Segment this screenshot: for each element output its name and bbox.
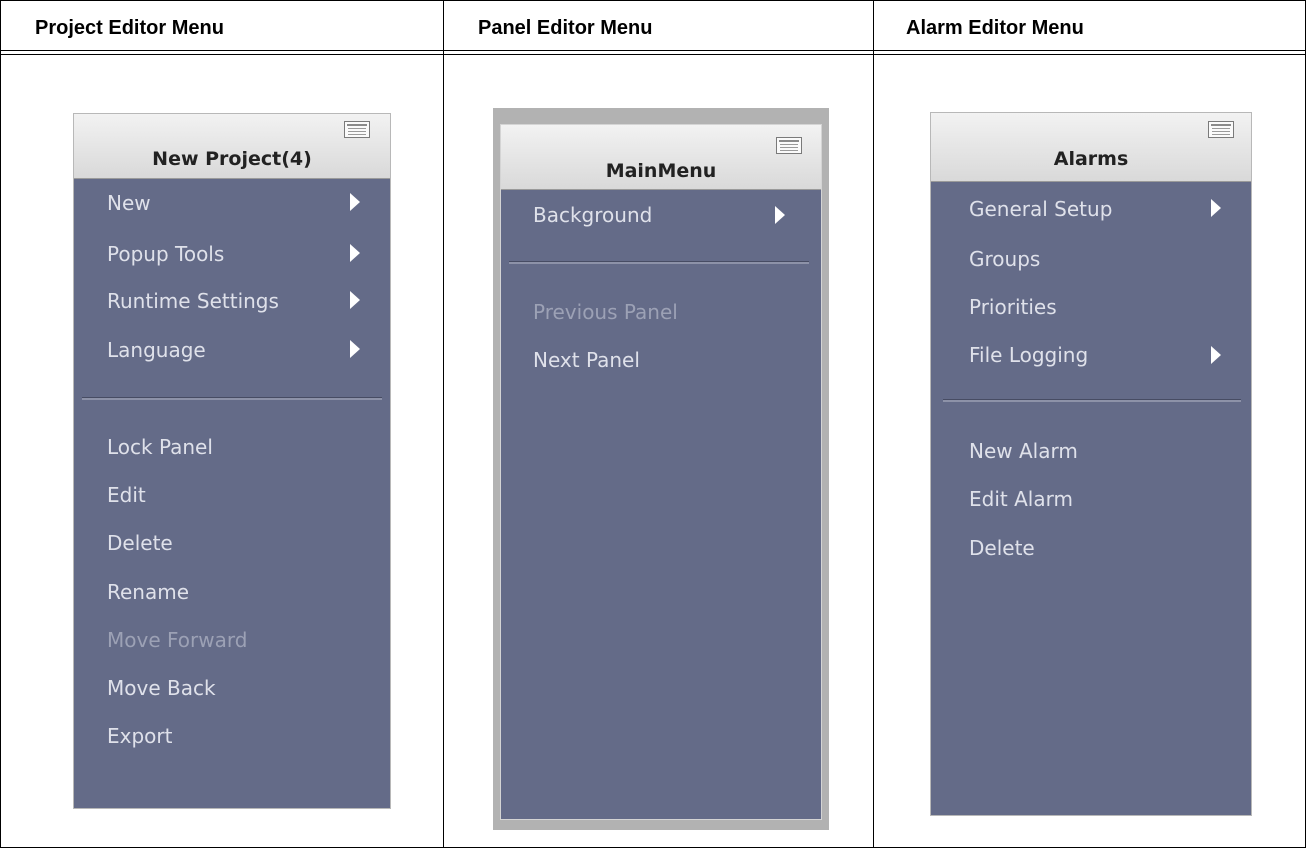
header-rule-double <box>0 54 1306 55</box>
menu-item-export[interactable]: Export <box>107 724 172 748</box>
menu-item-delete[interactable]: Delete <box>107 531 173 555</box>
menu-list-icon[interactable] <box>1208 121 1234 138</box>
menu-item-new[interactable]: New <box>107 191 151 215</box>
menu-item-language[interactable]: Language <box>107 338 206 362</box>
column-header-project: Project Editor Menu <box>35 17 224 39</box>
submenu-arrow-icon <box>350 291 360 309</box>
menu-item-lock-panel[interactable]: Lock Panel <box>107 435 213 459</box>
submenu-arrow-icon <box>350 193 360 211</box>
submenu-arrow-icon <box>775 206 785 224</box>
menu-item-edit[interactable]: Edit <box>107 483 146 507</box>
project-menu-header: New Project(4) <box>74 114 390 179</box>
column-header-panel: Panel Editor Menu <box>478 17 653 39</box>
menu-item-previous-panel: Previous Panel <box>533 300 678 324</box>
menu-item-background[interactable]: Background <box>533 203 652 227</box>
menu-item-new-alarm[interactable]: New Alarm <box>969 439 1078 463</box>
alarm-menu-header: Alarms <box>931 113 1251 182</box>
menu-item-groups[interactable]: Groups <box>969 247 1040 271</box>
submenu-arrow-icon <box>1211 346 1221 364</box>
panel-menu: MainMenu Background Previous Panel Next … <box>500 124 822 820</box>
menu-separator <box>943 399 1241 402</box>
menu-item-general-setup[interactable]: General Setup <box>969 197 1112 221</box>
column-header-alarm: Alarm Editor Menu <box>906 17 1084 39</box>
header-rule <box>0 50 1306 51</box>
menu-title: Alarms <box>1053 148 1129 170</box>
menu-item-file-logging[interactable]: File Logging <box>969 343 1088 367</box>
menu-item-move-forward: Move Forward <box>107 628 248 652</box>
column-divider <box>443 0 444 848</box>
menu-title: New Project(4) <box>152 148 312 170</box>
menu-item-priorities[interactable]: Priorities <box>969 295 1057 319</box>
menu-separator <box>82 397 382 400</box>
menu-item-next-panel[interactable]: Next Panel <box>533 348 640 372</box>
submenu-arrow-icon <box>350 340 360 358</box>
menu-item-edit-alarm[interactable]: Edit Alarm <box>969 487 1073 511</box>
menu-item-popup-tools[interactable]: Popup Tools <box>107 242 224 266</box>
alarm-menu: Alarms General Setup Groups Priorities F… <box>930 112 1252 816</box>
menu-item-rename[interactable]: Rename <box>107 580 189 604</box>
menu-item-delete[interactable]: Delete <box>969 536 1035 560</box>
submenu-arrow-icon <box>1211 199 1221 217</box>
menu-item-move-back[interactable]: Move Back <box>107 676 216 700</box>
menu-item-runtime-settings[interactable]: Runtime Settings <box>107 289 279 313</box>
panel-menu-header: MainMenu <box>501 125 821 190</box>
project-menu: New Project(4) New Popup Tools Runtime S… <box>73 113 391 809</box>
menu-list-icon[interactable] <box>776 137 802 154</box>
column-divider <box>873 0 874 848</box>
menu-title: MainMenu <box>605 160 717 182</box>
menu-separator <box>509 261 809 264</box>
submenu-arrow-icon <box>350 244 360 262</box>
menu-list-icon[interactable] <box>344 121 370 138</box>
